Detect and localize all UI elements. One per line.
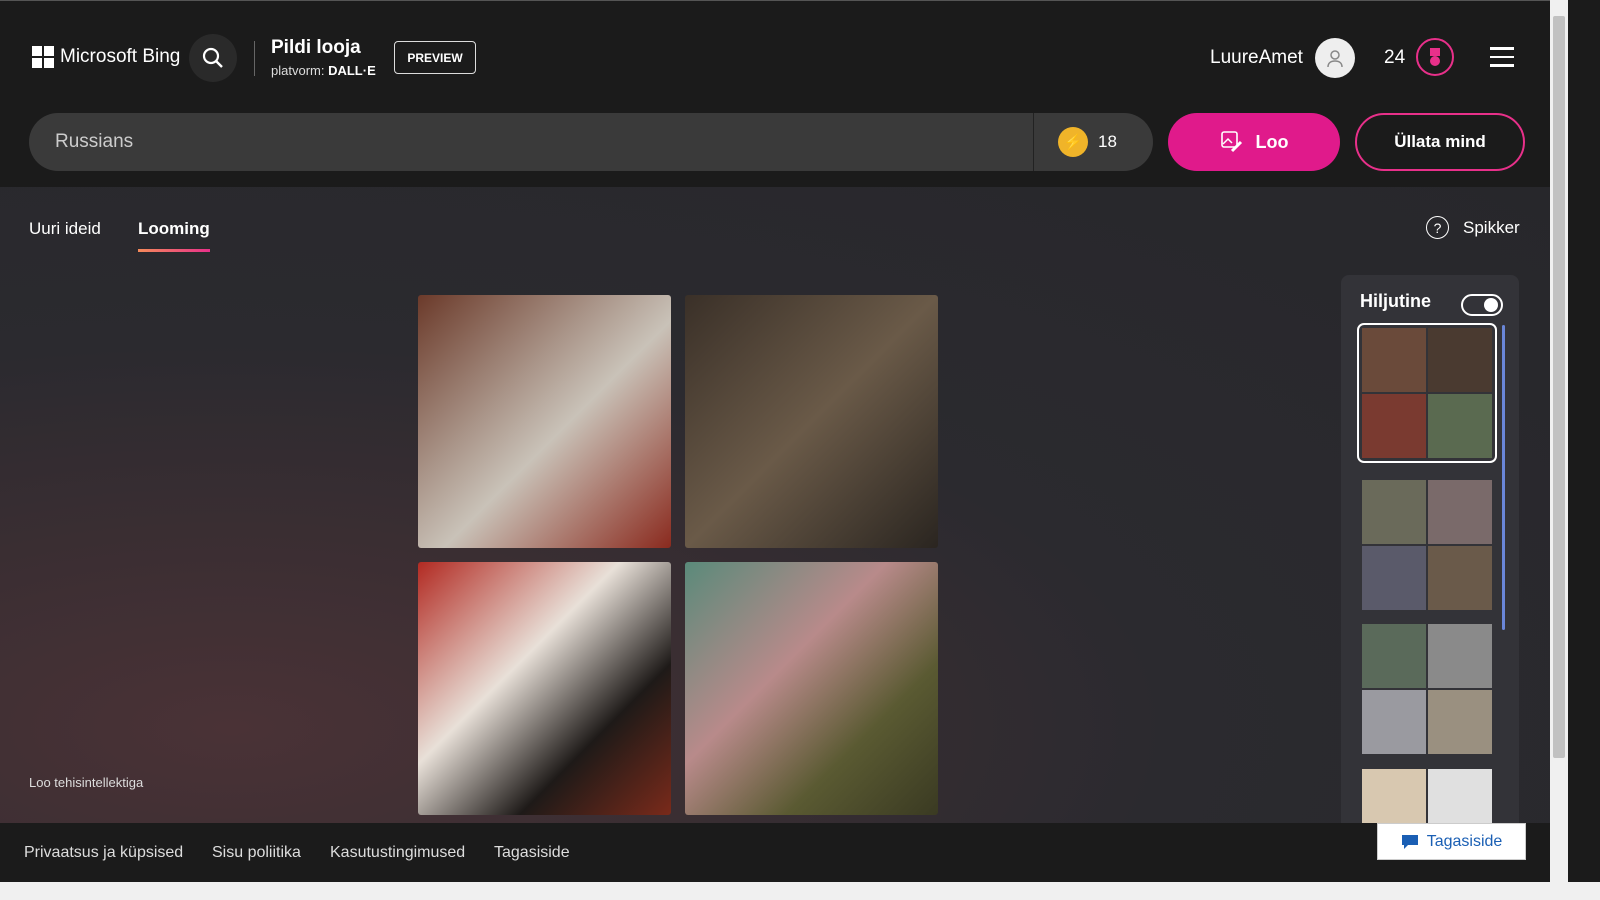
boosts-count: 18 [1098,132,1117,151]
help-label: Spikker [1463,217,1520,237]
feedback-button[interactable]: Tagasiside [1377,823,1526,860]
prompt-box: ⚡ 18 [29,113,1153,171]
preview-badge: PREVIEW [394,41,476,74]
boosts-counter: ⚡ 18 [1033,113,1153,171]
avatar[interactable] [1315,38,1355,78]
create-label: Loo [1255,131,1289,152]
comment-icon [1401,834,1418,849]
recent-scrollbar[interactable] [1502,325,1505,630]
hamburger-menu-icon[interactable] [1490,47,1514,73]
search-icon [202,47,223,68]
image-pen-icon [1220,131,1242,153]
help-icon: ? [1426,216,1449,239]
recent-thumb[interactable] [1357,323,1497,463]
footer-link-content-policy[interactable]: Sisu poliitika [212,844,301,862]
platform-label: platvorm: DALL·E [271,63,376,78]
help-link[interactable]: ? Spikker [1426,216,1520,239]
search-button[interactable] [189,34,237,82]
generated-image-3[interactable] [418,562,671,815]
page-title: Pildi looja [271,37,361,58]
user-icon [1327,50,1343,68]
generated-image-4[interactable] [685,562,938,815]
brand-name: Microsoft Bing [60,46,181,67]
page-scrollbar[interactable] [1550,0,1568,882]
tab-explore[interactable]: Uuri ideid [29,219,101,239]
create-button[interactable]: Loo [1168,113,1340,171]
bottom-bar [0,882,1600,900]
footer-link-privacy[interactable]: Privaatsus ja küpsised [24,844,183,862]
recent-thumb[interactable] [1362,769,1492,823]
divider [254,41,255,76]
rewards-count[interactable]: 24 [1384,47,1405,69]
feedback-label: Tagasiside [1426,832,1503,850]
generated-image-2[interactable] [685,295,938,548]
bing-logo[interactable]: Microsoft Bing [32,46,180,68]
ai-note: Loo tehisintellektiga [29,775,144,790]
windows-icon [32,46,54,68]
rewards-medal-icon[interactable] [1416,38,1454,76]
footer-link-terms[interactable]: Kasutustingimused [330,844,465,862]
recent-toggle[interactable] [1461,294,1503,316]
lightning-icon: ⚡ [1058,127,1088,157]
main-area: Uuri ideid Looming ? Spikker Loo tehisin… [0,187,1550,823]
surprise-me-button[interactable]: Üllata mind [1355,113,1525,171]
footer: Privaatsus ja küpsised Sisu poliitika Ka… [0,823,1550,882]
recent-thumb[interactable] [1362,480,1492,610]
recent-thumb[interactable] [1362,624,1492,754]
recent-panel: Hiljutine [1341,275,1519,823]
tab-creations[interactable]: Looming [138,219,210,252]
username[interactable]: LuureAmet [1210,47,1303,69]
footer-link-feedback[interactable]: Tagasiside [494,844,570,862]
recent-title: Hiljutine [1360,291,1431,311]
generated-image-1[interactable] [418,295,671,548]
prompt-input[interactable] [29,131,1033,153]
header: Microsoft Bing Pildi looja platvorm: DAL… [0,0,1550,187]
